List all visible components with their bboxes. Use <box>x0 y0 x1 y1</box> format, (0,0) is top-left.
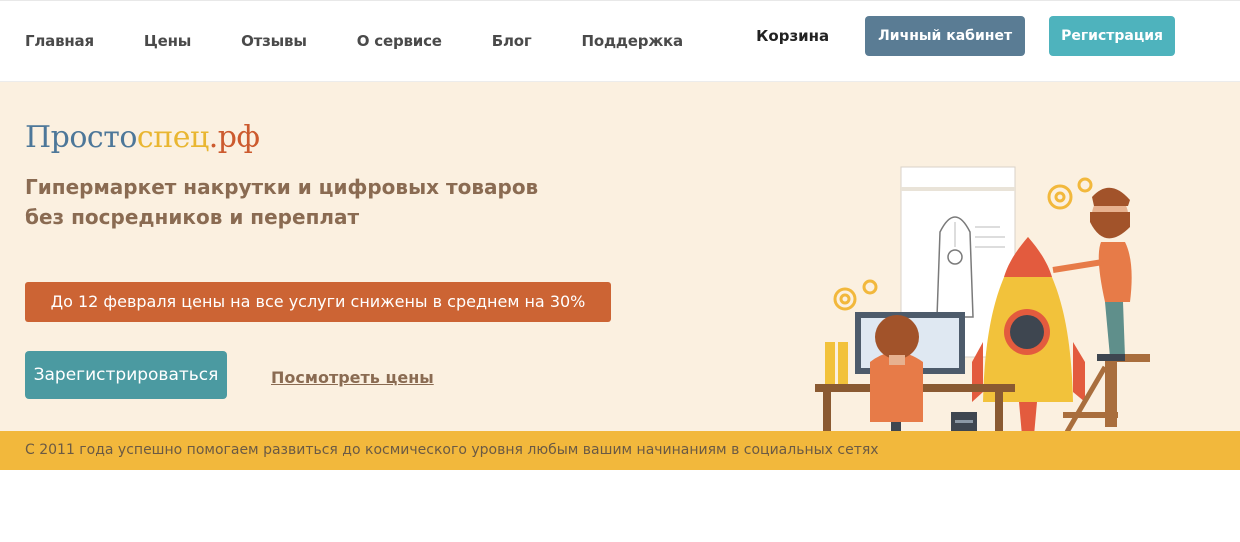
promo-banner: До 12 февраля цены на все услуги снижены… <box>25 282 611 322</box>
personal-cabinet-button[interactable]: Личный кабинет <box>865 16 1026 56</box>
nav-link-home[interactable]: Главная <box>25 32 94 50</box>
logo-part-1: Просто <box>25 120 137 155</box>
nav-link-about[interactable]: О сервисе <box>357 32 442 50</box>
logo-part-2: спец <box>136 120 209 155</box>
nav-link-blog[interactable]: Блог <box>492 32 532 50</box>
nav-link-support[interactable]: Поддержка <box>582 32 684 50</box>
hero-tagline: Гипермаркет накрутки и цифровых товаров … <box>25 172 585 232</box>
register-button[interactable]: Регистрация <box>1049 16 1175 56</box>
signup-button[interactable]: Зарегистрироваться <box>25 351 227 399</box>
main-menu: Главная Цены Отзывы О сервисе Блог Подде… <box>25 1 733 81</box>
tagline-line-2: без посредников и переплат <box>25 205 360 229</box>
site-logo[interactable]: Простоспец.рф <box>25 120 260 155</box>
cart-link[interactable]: Корзина <box>756 27 829 45</box>
view-prices-link[interactable]: Посмотреть цены <box>271 368 434 387</box>
account-actions: Корзина Личный кабинет Регистрация <box>756 16 1175 56</box>
info-strip: С 2011 года успешно помогаем развиться д… <box>0 431 1240 470</box>
team-rocket-illustration <box>815 166 1150 432</box>
logo-part-3: .рф <box>208 120 260 155</box>
nav-link-prices[interactable]: Цены <box>144 32 191 50</box>
top-navigation: Главная Цены Отзывы О сервисе Блог Подде… <box>0 1 1240 82</box>
nav-link-reviews[interactable]: Отзывы <box>241 32 307 50</box>
hero-banner: Простоспец.рф Гипермаркет накрутки и циф… <box>0 82 1240 470</box>
tagline-line-1: Гипермаркет накрутки и цифровых товаров <box>25 175 539 199</box>
info-strip-text: С 2011 года успешно помогаем развиться д… <box>25 442 879 458</box>
